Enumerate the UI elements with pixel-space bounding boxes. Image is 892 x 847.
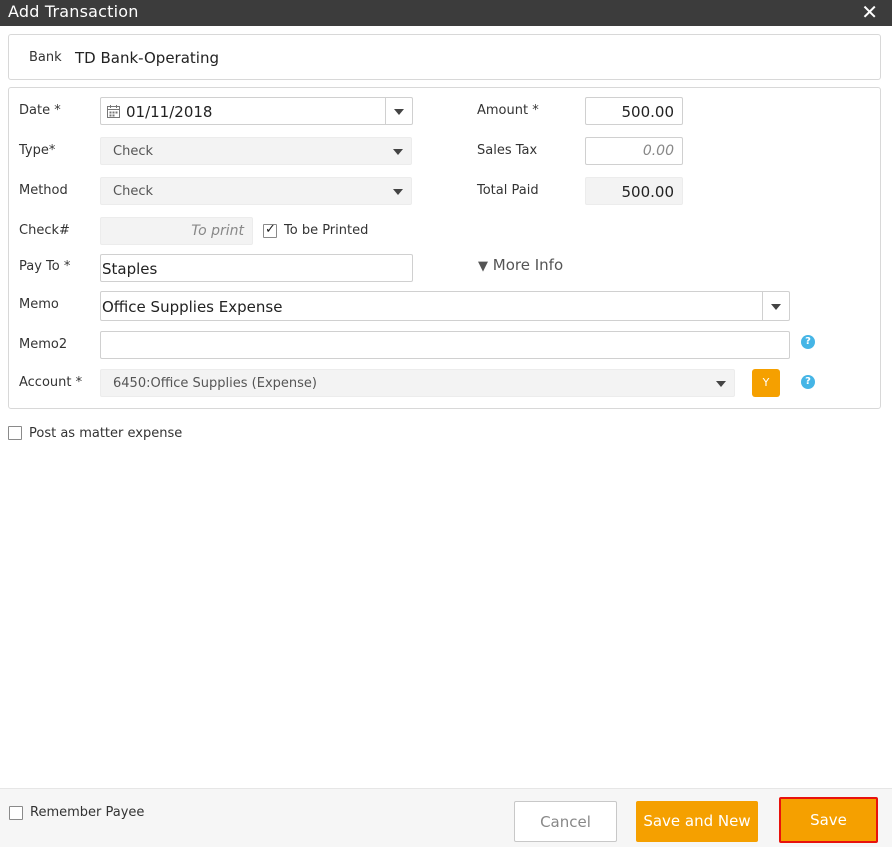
more-info-label: More Info xyxy=(492,256,564,274)
chevron-down-icon[interactable] xyxy=(771,304,781,310)
memo-separator xyxy=(762,292,763,320)
sales-tax-label: Sales Tax xyxy=(477,143,538,158)
memo-label: Memo xyxy=(19,297,59,312)
memo2-label: Memo2 xyxy=(19,337,68,352)
to-be-printed-checkbox[interactable] xyxy=(263,222,277,238)
total-paid-value-box: 500.00 xyxy=(585,177,683,205)
help-icon[interactable]: ? xyxy=(801,375,815,389)
total-paid-label: Total Paid xyxy=(477,183,539,198)
check-number-placeholder: To print xyxy=(191,223,244,239)
transaction-form: Date * 01/11/2018 Amount * 500.00 Type* … xyxy=(8,87,881,409)
check-number-label: Check# xyxy=(19,223,70,238)
type-label: Type* xyxy=(19,143,56,158)
bank-panel: Bank TD Bank-Operating xyxy=(8,34,881,80)
title-bar: Add Transaction ✕ xyxy=(0,0,892,26)
matter-expense-label: Post as matter expense xyxy=(29,426,183,441)
to-be-printed-label: To be Printed xyxy=(284,223,369,238)
memo2-input[interactable] xyxy=(100,331,790,359)
pay-to-label: Pay To * xyxy=(19,259,71,274)
check-number-input[interactable]: To print xyxy=(100,217,253,245)
chevron-down-icon[interactable] xyxy=(393,189,403,195)
cancel-button[interactable]: Cancel xyxy=(514,801,617,842)
help-icon[interactable]: ? xyxy=(801,335,815,349)
bank-label: Bank xyxy=(29,50,62,65)
calendar-icon[interactable] xyxy=(107,105,120,118)
memo-value: Office Supplies Expense xyxy=(102,298,283,316)
account-y-button[interactable]: Y xyxy=(752,369,780,397)
chevron-down-icon[interactable] xyxy=(394,109,404,115)
sales-tax-input[interactable]: 0.00 xyxy=(585,137,683,165)
amount-value: 500.00 xyxy=(621,103,675,121)
date-field[interactable]: 01/11/2018 xyxy=(100,97,413,125)
more-info-toggle[interactable]: ▼ More Info xyxy=(478,256,563,274)
amount-input[interactable]: 500.00 xyxy=(585,97,683,125)
method-select[interactable]: Check xyxy=(100,177,412,205)
account-label: Account * xyxy=(19,375,83,390)
pay-to-value: Staples xyxy=(102,260,158,278)
matter-expense-checkbox[interactable] xyxy=(8,426,22,440)
method-value: Check xyxy=(113,184,153,199)
memo-combobox[interactable]: Office Supplies Expense xyxy=(100,291,790,321)
type-value: Check xyxy=(113,144,153,159)
pay-to-input[interactable]: Staples xyxy=(100,254,413,282)
account-value: 6450:Office Supplies (Expense) xyxy=(113,376,317,391)
close-icon[interactable]: ✕ xyxy=(861,1,878,23)
total-paid-value: 500.00 xyxy=(621,183,675,201)
method-label: Method xyxy=(19,183,68,198)
remember-payee-label: Remember Payee xyxy=(30,805,145,820)
date-value: 01/11/2018 xyxy=(126,103,213,121)
type-select[interactable]: Check xyxy=(100,137,412,165)
remember-payee-checkbox[interactable] xyxy=(9,806,23,820)
account-select[interactable]: 6450:Office Supplies (Expense) xyxy=(100,369,735,397)
date-separator xyxy=(385,98,386,124)
sales-tax-placeholder: 0.00 xyxy=(642,143,674,159)
triangle-down-icon: ▼ xyxy=(478,259,488,274)
chevron-down-icon[interactable] xyxy=(393,149,403,155)
save-button[interactable]: Save xyxy=(779,797,878,843)
date-label: Date * xyxy=(19,103,61,118)
amount-label: Amount * xyxy=(477,103,539,118)
save-and-new-button[interactable]: Save and New xyxy=(636,801,758,842)
chevron-down-icon[interactable] xyxy=(716,381,726,387)
dialog-title: Add Transaction xyxy=(8,2,139,21)
dialog-footer: Remember Payee Cancel Save and New Save xyxy=(0,788,892,847)
bank-value: TD Bank-Operating xyxy=(75,49,219,67)
